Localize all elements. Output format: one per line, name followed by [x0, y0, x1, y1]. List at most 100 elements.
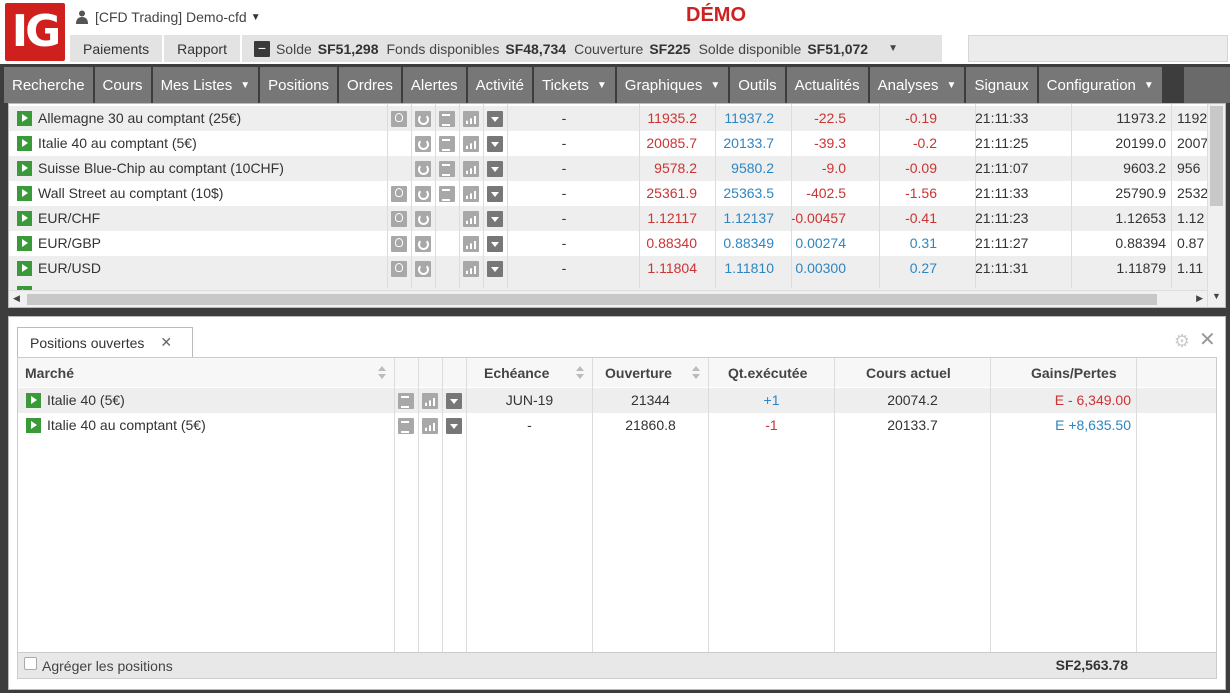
play-icon[interactable]: [26, 418, 41, 433]
chevron-down-icon[interactable]: [446, 393, 462, 409]
aggregate-checkbox[interactable]: [24, 657, 37, 670]
nav-cours[interactable]: Cours: [94, 67, 151, 103]
chevron-down-icon[interactable]: [487, 261, 503, 277]
buy-price[interactable]: 1.11810: [706, 260, 774, 276]
refresh-icon[interactable]: [415, 136, 431, 152]
refresh-icon[interactable]: [415, 261, 431, 277]
refresh-icon[interactable]: [415, 236, 431, 252]
nav-outils[interactable]: Outils: [730, 67, 785, 103]
play-icon[interactable]: [17, 136, 32, 151]
chart-icon[interactable]: [463, 186, 479, 202]
nav-mes-listes[interactable]: Mes Listes ▼: [152, 67, 259, 103]
close-icon[interactable]: ✕: [1199, 327, 1216, 352]
sort-icon[interactable]: [378, 366, 386, 380]
market-row[interactable]: EUR/USD -1.11804 1.11810 0.00300 0.27 21:11:3…: [9, 256, 1207, 281]
play-icon[interactable]: [17, 111, 32, 126]
col-gains-pertes[interactable]: Gains/Pertes: [1031, 365, 1117, 381]
market-name[interactable]: Suisse Blue-Chip au comptant (10CHF): [38, 160, 284, 176]
collapse-icon[interactable]: −: [253, 40, 270, 57]
col-echeance[interactable]: Echéance: [484, 365, 549, 381]
market-row[interactable]: EUR/CHF -1.12117 1.12137 -0.00457 -0.41 21:11…: [9, 206, 1207, 231]
market-name[interactable]: EUR/USD: [38, 260, 101, 276]
market-row[interactable]: Allemagne 30 au comptant (25€) -11935.2 11…: [9, 106, 1207, 131]
chevron-down-icon[interactable]: [487, 186, 503, 202]
chevron-down-icon[interactable]: [487, 236, 503, 252]
gear-icon[interactable]: ⚙: [1172, 331, 1192, 351]
scroll-left-icon[interactable]: ◀: [13, 293, 20, 304]
sort-icon[interactable]: [692, 366, 700, 380]
chevron-down-icon[interactable]: ▼: [888, 43, 898, 54]
bulb-icon[interactable]: [391, 186, 407, 202]
scroll-thumb[interactable]: [1210, 106, 1223, 206]
market-row[interactable]: Wall Street au comptant (10$) -25361.9 253…: [9, 181, 1208, 206]
col-ouverture[interactable]: Ouverture: [605, 365, 672, 381]
document-icon[interactable]: [439, 111, 455, 127]
document-icon[interactable]: [439, 161, 455, 177]
position-row[interactable]: Italie 40 au comptant (5€) - 21860.8 -1 2013…: [18, 413, 1216, 438]
nav-analyses[interactable]: Analyses ▼: [869, 67, 965, 103]
refresh-icon[interactable]: [415, 111, 431, 127]
chart-icon[interactable]: [463, 161, 479, 177]
position-market[interactable]: Italie 40 (5€): [47, 392, 125, 408]
chart-icon[interactable]: [463, 211, 479, 227]
chevron-down-icon[interactable]: [487, 211, 503, 227]
scroll-down-icon[interactable]: ▼: [1212, 291, 1221, 301]
tab-rapport[interactable]: Rapport: [164, 35, 240, 62]
horizontal-scrollbar[interactable]: ◀ ▶: [9, 290, 1207, 307]
col-cours-actuel[interactable]: Cours actuel: [866, 365, 951, 381]
market-name[interactable]: EUR/GBP: [38, 235, 101, 251]
bulb-icon[interactable]: [391, 111, 407, 127]
market-name[interactable]: Italie 40 au comptant (5€): [38, 135, 197, 151]
buy-price[interactable]: 20133.7: [706, 135, 774, 151]
buy-price[interactable]: 1.12137: [706, 210, 774, 226]
document-icon[interactable]: [439, 136, 455, 152]
sort-icon[interactable]: [576, 366, 584, 380]
chart-icon[interactable]: [463, 261, 479, 277]
play-icon[interactable]: [17, 261, 32, 276]
market-name[interactable]: Allemagne 30 au comptant (25€): [38, 110, 241, 126]
refresh-icon[interactable]: [415, 161, 431, 177]
nav-actualit-s[interactable]: Actualités: [786, 67, 868, 103]
position-row[interactable]: Italie 40 (5€) JUN-19 21344 +1 20074.2 E - 6,…: [18, 388, 1216, 413]
nav-tickets[interactable]: Tickets ▼: [533, 67, 615, 103]
nav-activit[interactable]: Activité: [467, 67, 532, 103]
play-icon[interactable]: [17, 186, 32, 201]
buy-price[interactable]: 9580.2: [706, 160, 774, 176]
scroll-thumb[interactable]: [27, 294, 1157, 305]
chart-icon[interactable]: [422, 418, 438, 434]
col-marche[interactable]: Marché: [25, 365, 74, 381]
market-name[interactable]: Wall Street au comptant (10$): [38, 185, 223, 201]
refresh-icon[interactable]: [415, 211, 431, 227]
nav-ordres[interactable]: Ordres: [339, 67, 401, 103]
document-icon[interactable]: [398, 418, 414, 434]
play-icon[interactable]: [17, 211, 32, 226]
chevron-down-icon[interactable]: [487, 136, 503, 152]
nav-alertes[interactable]: Alertes: [402, 67, 466, 103]
chart-icon[interactable]: [463, 111, 479, 127]
close-icon[interactable]: ✕: [160, 334, 172, 351]
bulb-icon[interactable]: [391, 236, 407, 252]
chart-icon[interactable]: [463, 236, 479, 252]
play-icon[interactable]: [26, 393, 41, 408]
nav-positions[interactable]: Positions: [260, 67, 338, 103]
nav-signaux[interactable]: Signaux: [966, 67, 1037, 103]
nav-configuration[interactable]: Configuration ▼: [1038, 67, 1162, 103]
document-icon[interactable]: [398, 393, 414, 409]
play-icon[interactable]: [17, 161, 32, 176]
account-selector[interactable]: [CFD Trading] Demo-cfd ▼: [76, 6, 261, 28]
col-qt-executee[interactable]: Qt.exécutée: [728, 365, 807, 381]
chevron-down-icon[interactable]: [487, 111, 503, 127]
nav-recherche[interactable]: Recherche: [4, 67, 93, 103]
buy-price[interactable]: 0.88349: [706, 235, 774, 251]
tab-paiements[interactable]: Paiements: [70, 35, 163, 62]
position-market[interactable]: Italie 40 au comptant (5€): [47, 417, 206, 433]
nav-graphiques[interactable]: Graphiques ▼: [616, 67, 729, 103]
market-row[interactable]: Suisse Blue-Chip au comptant (10CHF) -957…: [9, 156, 1207, 181]
chart-icon[interactable]: [463, 136, 479, 152]
scroll-right-icon[interactable]: ▶: [1196, 293, 1203, 304]
market-name[interactable]: EUR/CHF: [38, 210, 100, 226]
chart-icon[interactable]: [422, 393, 438, 409]
vertical-scrollbar[interactable]: ▼: [1207, 104, 1225, 307]
buy-price[interactable]: 11937.2: [706, 110, 774, 126]
refresh-icon[interactable]: [415, 186, 431, 202]
